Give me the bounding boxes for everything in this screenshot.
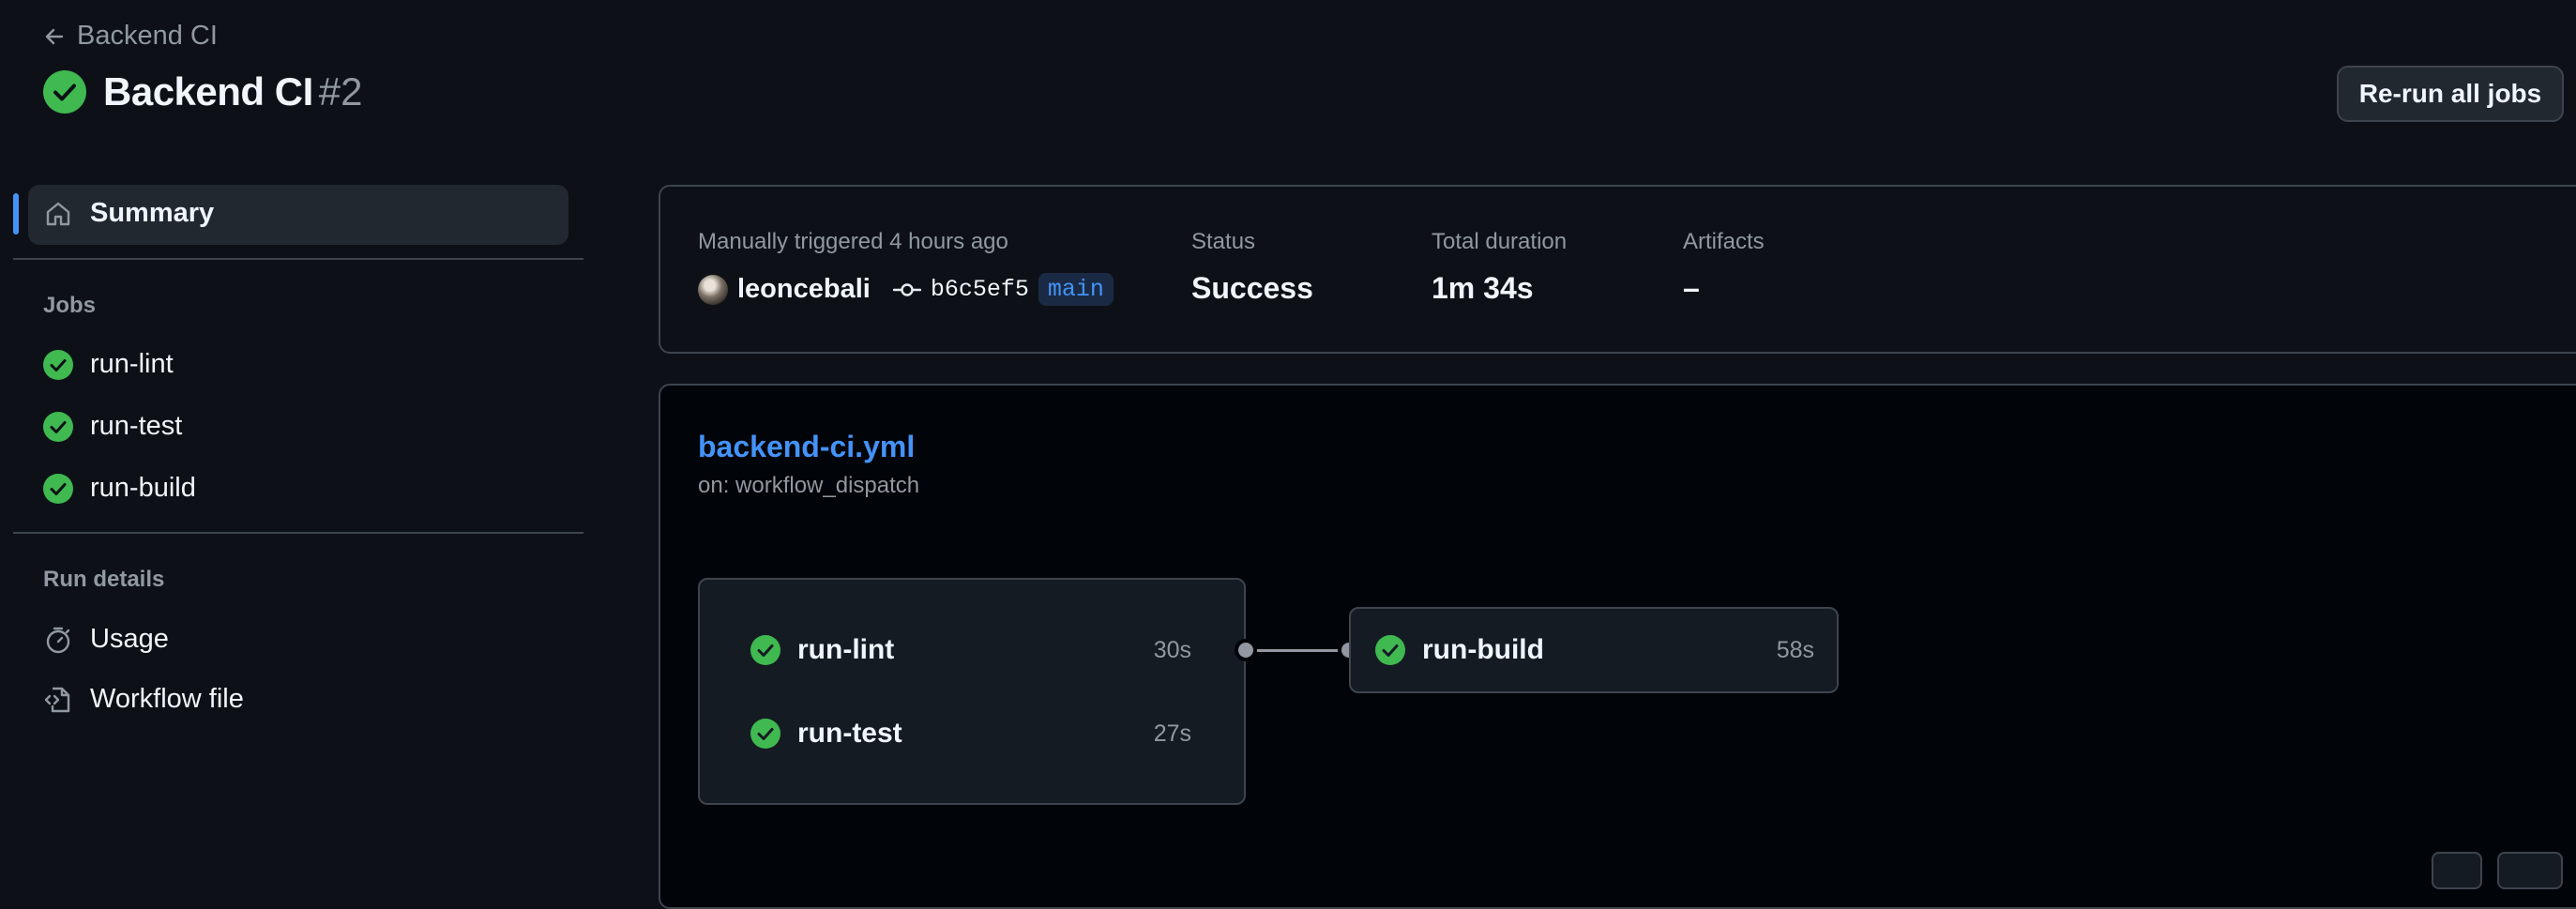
job-node-run-test[interactable]: run-test 27s <box>750 718 1191 750</box>
stopwatch-icon <box>43 625 73 655</box>
run-summary-card <box>659 185 2576 354</box>
sidebar-item-label: Workflow file <box>90 684 244 714</box>
trigger-details: leoncebali b6c5ef5 main <box>698 273 1114 306</box>
sidebar-item-label: Usage <box>90 624 169 654</box>
sidebar-divider <box>13 258 583 260</box>
page-title: Backend CI #2 <box>43 69 362 114</box>
run-details-heading: Run details <box>43 567 165 592</box>
arrow-left-icon <box>43 25 66 48</box>
active-indicator <box>13 193 19 235</box>
back-link[interactable]: Backend CI <box>43 21 218 52</box>
sidebar-item-run-test[interactable]: run-test <box>43 411 182 442</box>
fullscreen-button[interactable] <box>2432 852 2482 889</box>
job-duration: 27s <box>1153 720 1191 747</box>
workflow-file-link[interactable]: backend-ci.yml <box>698 430 915 464</box>
job-node-run-build-content[interactable]: run-build 58s <box>1375 634 1814 666</box>
job-name: run-lint <box>797 634 895 665</box>
artifacts-value: – <box>1683 271 1700 305</box>
check-circle-icon <box>1375 635 1405 665</box>
sidebar-item-usage[interactable]: Usage <box>43 624 169 655</box>
branch-badge[interactable]: main <box>1038 273 1114 306</box>
zoom-button[interactable] <box>2497 852 2563 889</box>
job-name: run-build <box>1422 634 1544 665</box>
duration-value: 1m 34s <box>1432 271 1534 305</box>
check-circle-icon <box>43 473 73 504</box>
run-number: #2 <box>318 69 363 114</box>
status-value: Success <box>1191 271 1313 305</box>
sidebar-item-label: Summary <box>90 198 215 228</box>
workflow-trigger: on: workflow_dispatch <box>698 473 920 498</box>
job-connector-line <box>1246 649 1349 652</box>
commit-sha[interactable]: b6c5ef5 <box>931 276 1029 303</box>
back-link-label: Backend CI <box>77 21 218 51</box>
artifacts-label: Artifacts <box>1683 229 1765 254</box>
jobs-heading: Jobs <box>43 293 97 318</box>
sidebar-item-label: run-lint <box>90 349 174 379</box>
check-circle-icon <box>43 349 73 380</box>
rerun-all-jobs-button[interactable]: Re-run all jobs <box>2337 66 2564 122</box>
check-circle-icon <box>43 411 73 442</box>
sidebar-item-workflow-file[interactable]: Workflow file <box>43 684 244 715</box>
sidebar-item-run-build[interactable]: run-build <box>43 473 196 504</box>
check-circle-icon <box>750 719 780 749</box>
job-node-run-lint[interactable]: run-lint 30s <box>750 634 1191 666</box>
workflow-title: Backend CI <box>103 69 313 114</box>
trigger-text: Manually triggered 4 hours ago <box>698 229 1008 254</box>
home-icon <box>43 199 73 229</box>
git-commit-icon <box>892 280 921 299</box>
sidebar-item-label: run-test <box>90 411 183 441</box>
job-duration: 30s <box>1153 636 1191 663</box>
check-circle-icon <box>750 635 780 665</box>
sidebar-item-run-lint[interactable]: run-lint <box>43 349 174 380</box>
job-name: run-test <box>797 718 902 749</box>
connector-dot-out <box>1238 643 1253 658</box>
file-code-icon <box>43 685 73 715</box>
check-circle-icon <box>43 70 86 114</box>
sidebar-summary-content[interactable]: Summary <box>43 198 214 229</box>
sidebar-divider <box>13 532 583 534</box>
job-group <box>698 578 1246 805</box>
duration-label: Total duration <box>1432 229 1568 254</box>
status-label: Status <box>1191 229 1256 254</box>
sidebar-item-label: run-build <box>90 473 196 503</box>
actor-link[interactable]: leoncebali <box>737 274 871 305</box>
job-duration: 58s <box>1776 636 1814 663</box>
avatar[interactable] <box>698 274 728 305</box>
